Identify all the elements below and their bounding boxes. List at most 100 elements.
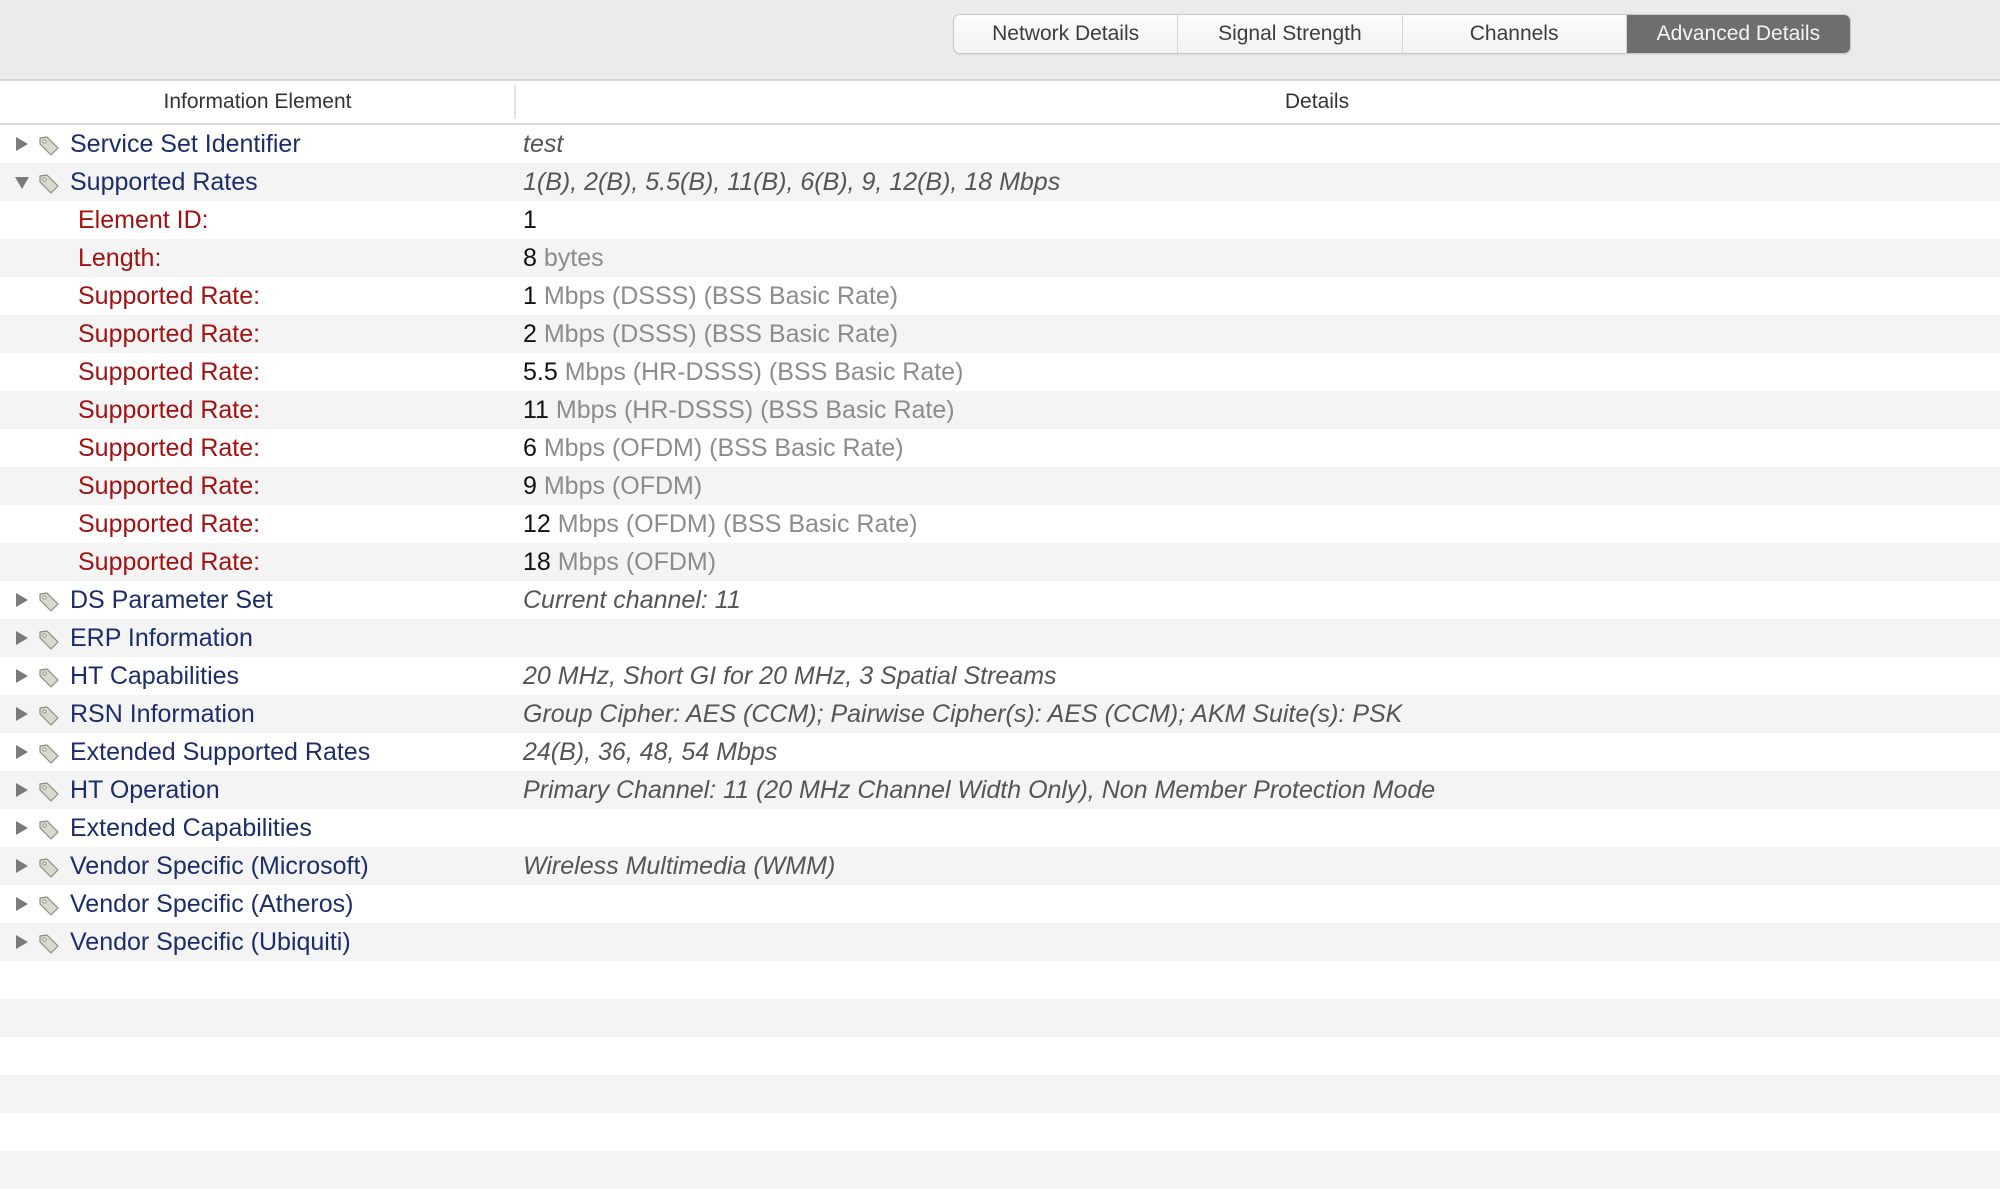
table-row[interactable]: ERP Information [0, 619, 2000, 657]
tag-icon [38, 857, 60, 879]
field-unit: Mbps (DSSS) (BSS Basic Rate) [536, 282, 899, 310]
field-value: 12 [523, 510, 551, 538]
field-label: Length: [78, 244, 162, 272]
field-value-cell: 9 Mbps (OFDM) [523, 467, 702, 505]
disclosure-triangle-collapsed-icon[interactable] [14, 136, 30, 152]
disclosure-triangle-collapsed-icon[interactable] [14, 858, 30, 874]
field-label: Supported Rate: [78, 358, 261, 386]
tab-advanced-details[interactable]: Advanced Details [1626, 15, 1850, 53]
field-label: Element ID: [78, 206, 209, 234]
element-details: 1(B), 2(B), 5.5(B), 11(B), 6(B), 9, 12(B… [523, 168, 1061, 196]
disclosure-triangle-collapsed-icon[interactable] [14, 630, 30, 646]
element-name: Vendor Specific (Ubiquiti) [70, 928, 351, 956]
field-value-cell: 6 Mbps (OFDM) (BSS Basic Rate) [523, 429, 904, 467]
disclosure-triangle-collapsed-icon[interactable] [14, 782, 30, 798]
empty-row [0, 961, 2000, 999]
disclosure-triangle-collapsed-icon[interactable] [14, 820, 30, 836]
field-value: 1 [523, 282, 537, 310]
element-name: Supported Rates [70, 168, 258, 196]
table-row[interactable]: RSN Information Group Cipher: AES (CCM); … [0, 695, 2000, 733]
field-unit: Mbps (HR-DSSS) (BSS Basic Rate) [557, 358, 964, 386]
empty-row [0, 1037, 2000, 1075]
field-value: 11 [523, 396, 549, 424]
field-value-cell: 2 Mbps (DSSS) (BSS Basic Rate) [523, 315, 898, 353]
tag-icon [38, 135, 60, 157]
tag-icon [38, 705, 60, 727]
tab-network-details[interactable]: Network Details [954, 15, 1179, 53]
element-name: Extended Supported Rates [70, 738, 371, 766]
field-label: Supported Rate: [78, 282, 261, 310]
element-details: Wireless Multimedia (WMM) [523, 852, 836, 880]
table-row[interactable]: Extended Capabilities [0, 809, 2000, 847]
field-label: Supported Rate: [78, 510, 261, 538]
disclosure-triangle-collapsed-icon[interactable] [14, 744, 30, 760]
table-row[interactable]: Extended Supported Rates 24(B), 36, 48, 5… [0, 733, 2000, 771]
tag-icon [38, 743, 60, 765]
field-row[interactable]: Length: 8 bytes [0, 239, 2000, 277]
disclosure-triangle-expanded-icon[interactable] [14, 174, 30, 190]
field-value: 2 [523, 320, 537, 348]
view-segmented-control: Network Details Signal Strength Channels… [953, 14, 1851, 54]
element-details: 20 MHz, Short GI for 20 MHz, 3 Spatial S… [523, 662, 1057, 690]
disclosure-triangle-collapsed-icon[interactable] [14, 592, 30, 608]
field-value-cell: 1 [523, 201, 537, 239]
field-unit: bytes [536, 244, 604, 272]
field-unit: Mbps (OFDM) (BSS Basic Rate) [550, 510, 918, 538]
table-header: Information Element Details [0, 81, 2000, 125]
table-row[interactable]: HT Operation Primary Channel: 11 (20 MHz … [0, 771, 2000, 809]
field-value-cell: 1 Mbps (DSSS) (BSS Basic Rate) [523, 277, 898, 315]
field-value-cell: 8 bytes [523, 239, 604, 277]
element-name: DS Parameter Set [70, 586, 273, 614]
field-row[interactable]: Supported Rate: 2 Mbps (DSSS) (BSS Basic … [0, 315, 2000, 353]
field-value: 6 [523, 434, 537, 462]
column-divider[interactable] [514, 85, 516, 119]
field-unit: Mbps (OFDM) [550, 548, 717, 576]
field-value: 9 [523, 472, 537, 500]
column-header-information-element[interactable]: Information Element [0, 81, 515, 123]
field-value: 18 [523, 548, 551, 576]
field-unit: Mbps (OFDM) [536, 472, 703, 500]
element-name: Extended Capabilities [70, 814, 312, 842]
table-row[interactable]: Vendor Specific (Microsoft) Wireless Mult… [0, 847, 2000, 885]
table-row[interactable]: HT Capabilities 20 MHz, Short GI for 20 M… [0, 657, 2000, 695]
information-element-table: Service Set Identifier test Supported Rate… [0, 125, 2000, 1189]
field-label: Supported Rate: [78, 320, 261, 348]
field-row[interactable]: Supported Rate: 12 Mbps (OFDM) (BSS Basic… [0, 505, 2000, 543]
column-header-details[interactable]: Details [517, 81, 2000, 123]
tab-channels[interactable]: Channels [1402, 15, 1627, 53]
field-value: 1 [523, 206, 537, 234]
field-value: 8 [523, 244, 537, 272]
tag-icon [38, 629, 60, 651]
element-name: HT Capabilities [70, 662, 240, 690]
element-details: test [523, 130, 564, 158]
disclosure-triangle-collapsed-icon[interactable] [14, 934, 30, 950]
disclosure-triangle-collapsed-icon[interactable] [14, 896, 30, 912]
tab-signal-strength[interactable]: Signal Strength [1178, 15, 1403, 53]
field-value: 5.5 [523, 358, 558, 386]
field-row[interactable]: Supported Rate: 11 Mbps (HR-DSSS) (BSS Ba… [0, 391, 2000, 429]
field-row[interactable]: Supported Rate: 18 Mbps (OFDM) [0, 543, 2000, 581]
disclosure-triangle-collapsed-icon[interactable] [14, 668, 30, 684]
table-row[interactable]: Vendor Specific (Atheros) [0, 885, 2000, 923]
field-unit: Mbps (DSSS) (BSS Basic Rate) [536, 320, 899, 348]
table-row[interactable]: DS Parameter Set Current channel: 11 [0, 581, 2000, 619]
empty-row [0, 1113, 2000, 1151]
tag-icon [38, 591, 60, 613]
element-name: Service Set Identifier [70, 130, 301, 158]
field-label: Supported Rate: [78, 548, 261, 576]
tag-icon [38, 667, 60, 689]
table-row[interactable]: Service Set Identifier test [0, 125, 2000, 163]
table-row[interactable]: Supported Rates 1(B), 2(B), 5.5(B), 11(B)… [0, 163, 2000, 201]
element-details: 24(B), 36, 48, 54 Mbps [523, 738, 778, 766]
field-value-cell: 5.5 Mbps (HR-DSSS) (BSS Basic Rate) [523, 353, 963, 391]
disclosure-triangle-collapsed-icon[interactable] [14, 706, 30, 722]
field-row[interactable]: Supported Rate: 5.5 Mbps (HR-DSSS) (BSS B… [0, 353, 2000, 391]
tag-icon [38, 819, 60, 841]
field-row[interactable]: Supported Rate: 1 Mbps (DSSS) (BSS Basic … [0, 277, 2000, 315]
field-row[interactable]: Supported Rate: 9 Mbps (OFDM) [0, 467, 2000, 505]
tag-icon [38, 895, 60, 917]
table-row[interactable]: Vendor Specific (Ubiquiti) [0, 923, 2000, 961]
field-row[interactable]: Element ID: 1 [0, 201, 2000, 239]
element-name: RSN Information [70, 700, 255, 728]
field-row[interactable]: Supported Rate: 6 Mbps (OFDM) (BSS Basic … [0, 429, 2000, 467]
